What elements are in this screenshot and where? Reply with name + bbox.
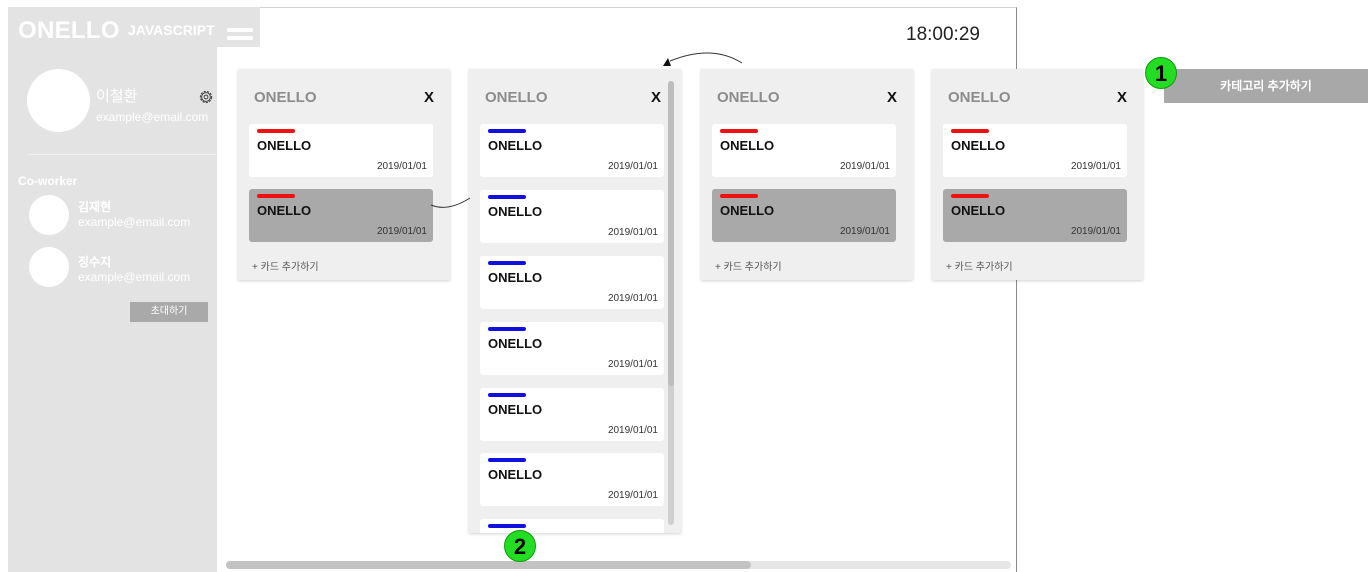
scrollbar-thumb[interactable] — [226, 561, 751, 569]
add-category-button[interactable]: 카테고리 추가하기 — [1164, 69, 1368, 103]
annotation-badge: 2 — [504, 530, 536, 562]
horizontal-scrollbar[interactable] — [226, 561, 1011, 569]
annotation-badge: 1 — [1145, 57, 1177, 89]
